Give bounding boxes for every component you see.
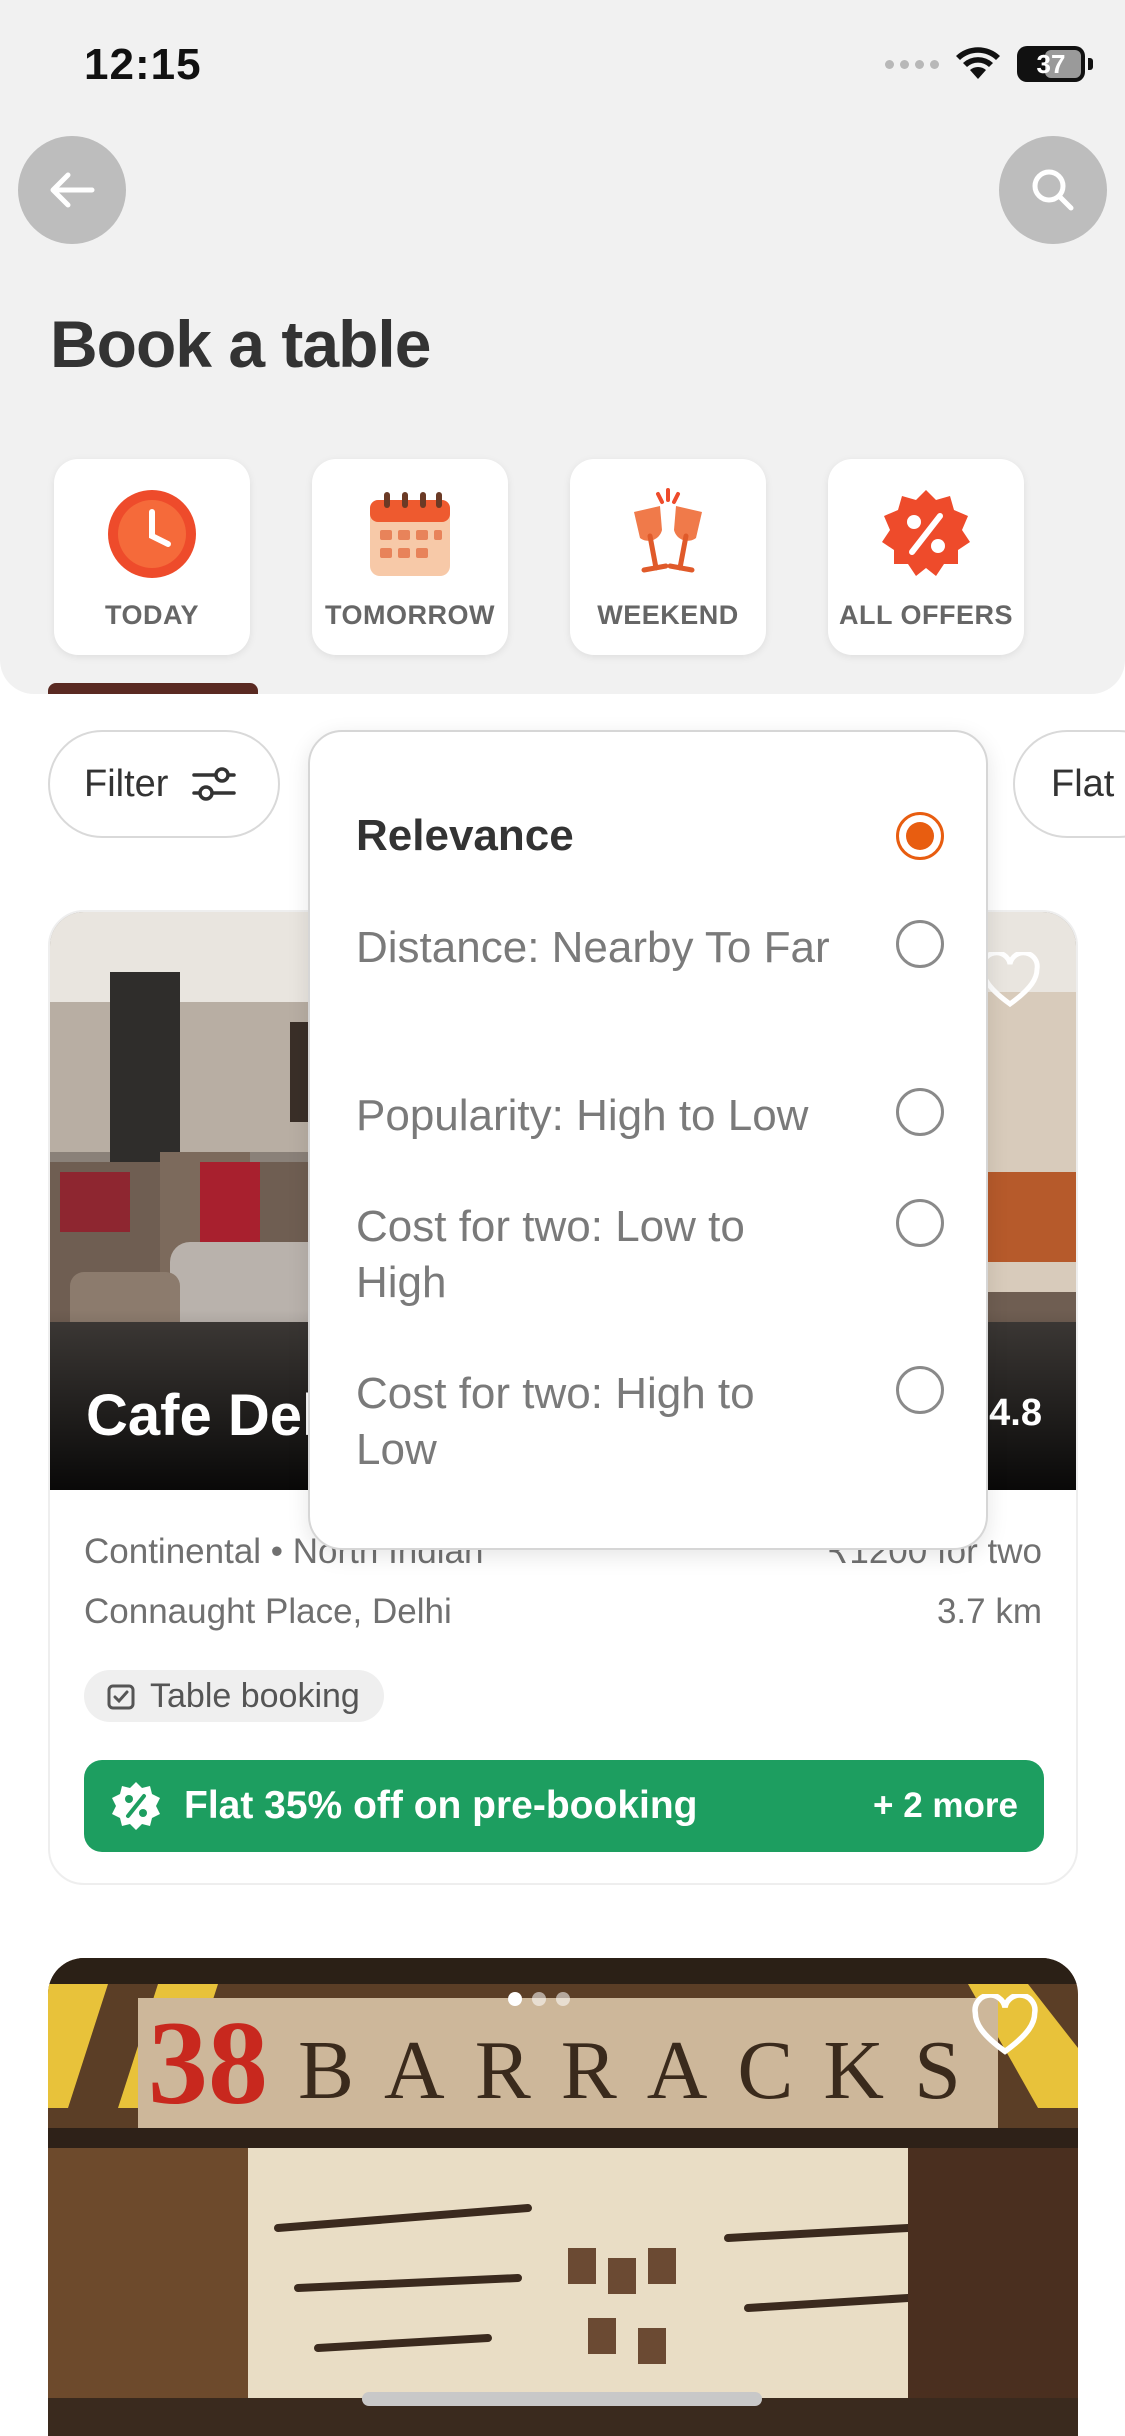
- radio-cost-high-low[interactable]: [896, 1366, 944, 1414]
- photo-carousel-dots: [508, 1992, 570, 2006]
- radio-popularity[interactable]: [896, 1088, 944, 1136]
- filter-button[interactable]: Filter: [48, 730, 280, 838]
- sort-option-popularity[interactable]: Popularity: High to Low: [356, 1088, 846, 1144]
- date-chip-row: TODAY TOMORROW WEEKEND ALL OFFERS: [54, 459, 1024, 655]
- offer-text: Flat 35% off on pre-booking: [184, 1784, 698, 1827]
- calendar-check-icon: [107, 1684, 135, 1710]
- cheers-icon: [616, 482, 720, 586]
- flat-offer-filter[interactable]: Flat: [1013, 730, 1125, 838]
- back-button[interactable]: [18, 136, 126, 244]
- battery-icon: 37: [1017, 46, 1093, 82]
- page-title: Book a table: [50, 307, 431, 381]
- clock-icon: [100, 482, 204, 586]
- battery-level: 37: [1036, 48, 1066, 79]
- status-time: 12:15: [84, 40, 202, 89]
- sort-option-cost-low-high[interactable]: Cost for two: Low to High: [356, 1199, 846, 1311]
- status-icons: 37: [885, 46, 1093, 82]
- sort-option-distance[interactable]: Distance: Nearby To Far: [356, 920, 846, 976]
- restaurant-card-2[interactable]: 38 BARRACKS: [48, 1958, 1078, 2436]
- offer-banner[interactable]: Flat 35% off on pre-booking + 2 more: [84, 1760, 1044, 1852]
- arrow-left-icon: [50, 172, 95, 208]
- chip-label: WEEKEND: [597, 600, 739, 630]
- discount-icon: [874, 482, 978, 586]
- chip-label: TODAY: [104, 600, 200, 630]
- location-text: Connaught Place, Delhi: [84, 1592, 452, 1631]
- chip-label: TOMORROW: [325, 600, 495, 630]
- signal-icon: [885, 59, 939, 69]
- search-button[interactable]: [999, 136, 1107, 244]
- offer-more-link[interactable]: + 2 more: [873, 1786, 1018, 1826]
- filter-label: Filter: [84, 762, 169, 805]
- heart-icon[interactable]: [972, 1994, 1038, 2056]
- distance-text: 3.7 km: [936, 1592, 1042, 1631]
- chip-label: ALL OFFERS: [838, 600, 1013, 630]
- svg-text:38: 38: [148, 1996, 268, 2129]
- rating-value: 4.8: [989, 1392, 1042, 1434]
- radio-cost-low-high[interactable]: [896, 1199, 944, 1247]
- discount-badge-icon: [112, 1782, 160, 1830]
- heart-icon[interactable]: [980, 952, 1040, 1008]
- sort-dropdown: Relevance Distance: Nearby To Far Popula…: [308, 730, 988, 1550]
- calendar-icon: [358, 482, 462, 586]
- chip-tomorrow[interactable]: TOMORROW: [312, 459, 508, 655]
- radio-relevance[interactable]: [896, 812, 944, 860]
- tag-label: Table booking: [150, 1676, 360, 1715]
- chip-all-offers[interactable]: ALL OFFERS: [828, 459, 1024, 655]
- chip-today[interactable]: TODAY: [54, 459, 250, 655]
- sliders-icon: [192, 767, 237, 801]
- svg-text:BARRACKS: BARRACKS: [298, 2024, 991, 2117]
- sort-option-relevance[interactable]: Relevance: [356, 808, 846, 864]
- restaurant-name: Cafe Del: [86, 1383, 319, 1448]
- table-booking-tag: Table booking: [84, 1670, 384, 1722]
- flat-filter-label: Flat: [1051, 762, 1115, 805]
- wifi-icon: [956, 47, 1000, 79]
- sort-option-cost-high-low[interactable]: Cost for two: High to Low: [356, 1366, 846, 1478]
- restaurant-photo-2: 38 BARRACKS: [48, 1958, 1078, 2436]
- search-icon: [1032, 169, 1074, 211]
- radio-distance[interactable]: [896, 920, 944, 968]
- chip-weekend[interactable]: WEEKEND: [570, 459, 766, 655]
- selected-chip-indicator: [48, 683, 258, 694]
- home-indicator: [362, 2392, 762, 2406]
